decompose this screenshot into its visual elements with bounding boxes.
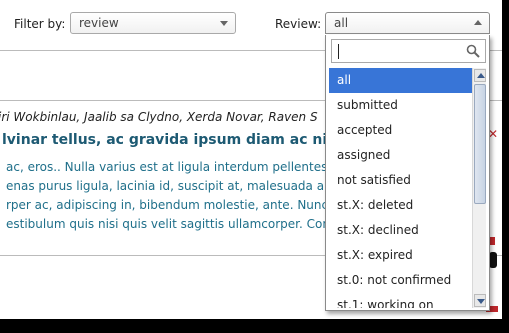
- option-declined[interactable]: st.X: declined: [329, 218, 472, 243]
- chevron-up-icon: [477, 73, 485, 78]
- chevron-down-icon: [477, 299, 485, 304]
- paper-authors: iri Wokbinlau, Jaalib sa Clydno, Xerda N…: [0, 110, 318, 124]
- dropdown-scrollbar[interactable]: [472, 68, 486, 308]
- paper-abstract: ac, eros.. Nulla varius est at ligula in…: [6, 158, 336, 234]
- abstract-line: ac, eros.. Nulla varius est at ligula in…: [6, 160, 328, 174]
- option-working-on[interactable]: st.1: working on: [329, 293, 472, 308]
- option-submitted[interactable]: submitted: [329, 93, 472, 118]
- search-icon: [466, 44, 480, 58]
- abstract-line: rper ac, adipiscing in, bibendum molesti…: [6, 198, 329, 212]
- filter-label: Filter by:: [14, 17, 66, 31]
- option-not-confirmed[interactable]: st.0: not confirmed: [329, 268, 472, 293]
- option-all[interactable]: all: [329, 68, 472, 93]
- dropdown-option-list: all submitted accepted assigned not sati…: [329, 68, 472, 308]
- abstract-line: enas purus ligula, lacinia id, suscipit …: [6, 179, 328, 193]
- scroll-down-button[interactable]: [474, 294, 486, 307]
- review-label: Review:: [275, 17, 322, 31]
- chevron-up-icon: [474, 20, 482, 25]
- chevron-down-icon: [220, 21, 228, 26]
- option-expired[interactable]: st.X: expired: [329, 243, 472, 268]
- scrollbar-thumb[interactable]: [474, 84, 486, 204]
- option-not-satisfied[interactable]: not satisfied: [329, 168, 472, 193]
- abstract-line: estibulum quis nisi quis velit sagittis …: [6, 217, 330, 231]
- application-window: Filter by: review Review: all iri Wokbin…: [0, 0, 502, 319]
- status-marker: [489, 252, 497, 268]
- filter-select-value: review: [79, 16, 119, 30]
- paper-title[interactable]: lvinar tellus, ac gravida ipsum diam ac …: [2, 132, 346, 148]
- review-select[interactable]: all: [325, 12, 490, 34]
- text-caret: [338, 44, 339, 59]
- scroll-up-button[interactable]: [474, 69, 486, 82]
- option-accepted[interactable]: accepted: [329, 118, 472, 143]
- option-assigned[interactable]: assigned: [329, 143, 472, 168]
- option-deleted[interactable]: st.X: deleted: [329, 193, 472, 218]
- review-select-value: all: [334, 16, 349, 30]
- filter-select[interactable]: review: [70, 12, 236, 34]
- dropdown-search-input[interactable]: [331, 39, 486, 63]
- review-dropdown: all submitted accepted assigned not sati…: [325, 35, 490, 311]
